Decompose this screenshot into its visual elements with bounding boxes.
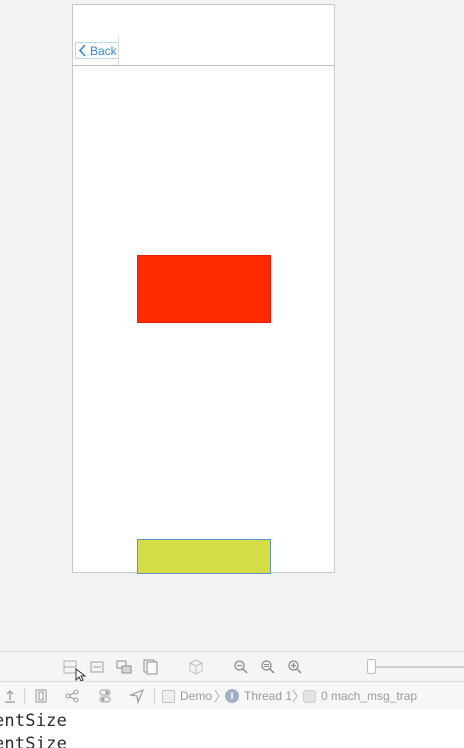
chevron-right-icon	[214, 689, 220, 703]
memory-graph-icon[interactable]	[64, 688, 80, 704]
back-button-label: Back	[90, 43, 117, 58]
debug-bar: Demo ‖ Thread 1 0 mach_msg_trap	[0, 681, 464, 711]
show-constraints-icon[interactable]	[116, 659, 132, 675]
navigation-bar: Back	[73, 36, 334, 66]
thread-icon: ‖	[225, 689, 239, 703]
device-screen: Back	[72, 4, 335, 574]
toolbar-separator	[24, 688, 25, 704]
zoom-slider[interactable]	[366, 659, 464, 675]
breadcrumb-app-label: Demo	[180, 689, 213, 703]
breadcrumb-thread-label: Thread 1	[244, 689, 293, 703]
breadcrumb-app[interactable]: Demo	[162, 682, 212, 710]
environment-overrides-icon[interactable]	[97, 688, 113, 704]
3d-cube-icon[interactable]	[188, 659, 204, 675]
clipping-icon[interactable]	[89, 659, 105, 675]
nav-divider	[118, 36, 119, 65]
breadcrumb-thread[interactable]: ‖ Thread 1	[225, 682, 292, 710]
mouse-pointer-icon	[75, 668, 87, 682]
debug-toolbar	[0, 651, 464, 682]
console-line: entSize	[0, 711, 68, 731]
simulate-location-icon[interactable]	[129, 688, 145, 704]
zoom-in-icon[interactable]	[287, 659, 303, 675]
yellow-view	[137, 539, 271, 574]
status-bar	[73, 5, 334, 37]
zoom-slider-track	[372, 666, 464, 668]
debug-view-hierarchy-icon[interactable]	[33, 688, 49, 704]
back-button[interactable]: Back	[75, 42, 119, 59]
app-icon	[162, 689, 175, 703]
red-view	[137, 255, 271, 323]
layers-icon[interactable]	[143, 659, 159, 675]
stack-frame-icon	[303, 689, 316, 703]
console-output[interactable]: entSize entSize	[0, 709, 464, 748]
zoom-actual-icon[interactable]	[260, 659, 276, 675]
zoom-out-icon[interactable]	[233, 659, 249, 675]
step-out-icon[interactable]	[2, 688, 18, 704]
chevron-right-icon	[292, 689, 298, 703]
console-line: entSize	[0, 734, 68, 748]
breadcrumb-frame[interactable]: 0 mach_msg_trap	[303, 682, 417, 710]
zoom-slider-thumb[interactable]	[367, 659, 376, 674]
chevron-left-icon	[78, 44, 86, 57]
breadcrumb-frame-label: 0 mach_msg_trap	[321, 689, 418, 703]
toolbar-separator	[154, 688, 155, 704]
